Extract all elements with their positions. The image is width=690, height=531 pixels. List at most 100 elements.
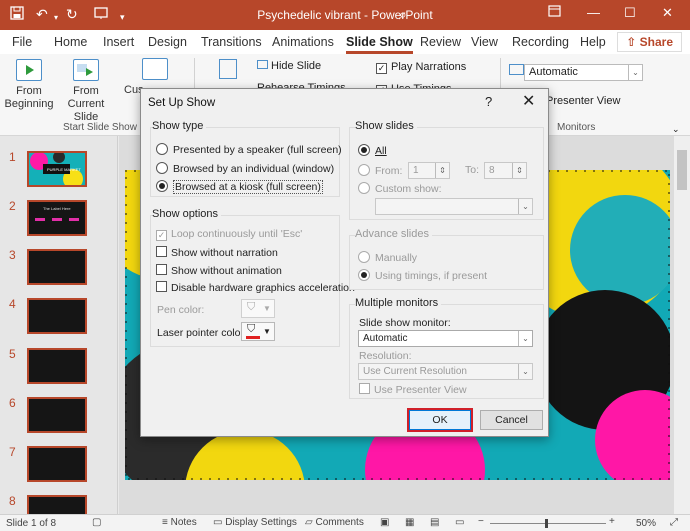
radio-manually[interactable]: Manually — [358, 251, 417, 264]
custom-show-icon[interactable] — [142, 58, 168, 84]
tab-animations[interactable]: Animations — [272, 35, 334, 49]
tab-help[interactable]: Help — [580, 35, 606, 49]
radio-from-slide[interactable]: From: — [358, 164, 402, 177]
ribbon-display-icon[interactable] — [548, 5, 561, 20]
laser-color-button[interactable]: ⛉ ▼ — [241, 322, 275, 341]
tab-design[interactable]: Design — [148, 35, 187, 49]
vertical-scrollbar[interactable] — [674, 136, 690, 514]
slide-show-monitor-select[interactable]: Automatic ⌄ — [358, 330, 533, 347]
from-slide-input[interactable]: 1 ⇕ — [408, 162, 450, 179]
hide-slide-button[interactable]: Hide Slide — [257, 60, 321, 72]
display-settings-button[interactable]: ▭ Display Settings — [213, 517, 297, 528]
slide-show-view-icon[interactable]: ▭ — [455, 517, 464, 528]
check-icon: ✓ — [156, 230, 167, 241]
monitor-select[interactable]: Automatic ⌄ — [524, 64, 643, 81]
slide-thumbnail-4[interactable] — [27, 298, 87, 334]
tab-file[interactable]: File — [12, 35, 32, 49]
without-animation-checkbox[interactable]: Show without animation — [156, 264, 282, 277]
collapse-ribbon-icon[interactable]: ⌄ — [672, 124, 680, 135]
slide-thumbnail-3[interactable] — [27, 249, 87, 285]
comments-label: Comments — [315, 517, 364, 528]
slide-thumbnail-6[interactable] — [27, 397, 87, 433]
chevron-down-icon: ⌄ — [518, 199, 532, 214]
resolution-label: Resolution: — [359, 350, 412, 362]
notes-label: Notes — [170, 517, 197, 528]
pen-color-button[interactable]: ⛉ ▼ — [241, 299, 275, 318]
notes-button[interactable]: ≡ Notes — [162, 517, 197, 528]
chevron-down-icon: ⌄ — [518, 331, 532, 346]
slide-number: 1 — [9, 150, 16, 164]
minimize-icon[interactable]: — — [587, 5, 600, 20]
close-icon[interactable]: ✕ — [662, 5, 673, 21]
tab-review[interactable]: Review — [420, 35, 461, 49]
radio-all-slides[interactable]: All — [358, 144, 387, 157]
radio-using-timings[interactable]: Using timings, if present — [358, 269, 487, 282]
reading-view-icon[interactable]: ▤ — [430, 517, 439, 528]
maximize-icon[interactable]: ☐ — [624, 5, 636, 21]
option-label: From: — [375, 165, 403, 177]
slide-sorter-icon[interactable]: ▦ — [405, 517, 414, 528]
ok-button[interactable]: OK — [409, 410, 471, 430]
accessibility-icon[interactable]: ▢ — [92, 517, 101, 528]
tab-transitions[interactable]: Transitions — [201, 35, 262, 49]
slide-thumbnail-8[interactable] — [27, 495, 87, 514]
group-start-slide-show: Start Slide Show — [63, 122, 137, 133]
radio-selected-icon — [156, 180, 168, 192]
option-label: Browsed by an individual (window) — [173, 163, 335, 175]
presenter-view-checkbox[interactable]: Presenter View — [546, 95, 620, 107]
help-button[interactable]: ? — [485, 94, 492, 109]
slide-thumbnail-2[interactable]: The Label Here — [27, 200, 87, 236]
tab-recording[interactable]: Recording — [512, 35, 569, 49]
loop-continuously-checkbox[interactable]: ✓ Loop continuously until 'Esc' — [156, 228, 302, 241]
option-label: Manually — [375, 252, 418, 264]
slide-thumbnail-5[interactable] — [27, 348, 87, 384]
comments-button[interactable]: ▱ Comments — [305, 517, 364, 528]
radio-presented-by-speaker[interactable]: Presented by a speaker (full screen) — [156, 143, 342, 156]
from-current-label: From Current Slide — [67, 85, 105, 123]
tab-view[interactable]: View — [471, 35, 498, 49]
radio-custom-show[interactable]: Custom show: — [358, 182, 442, 195]
zoom-in-button[interactable]: + — [609, 516, 615, 527]
to-slide-input[interactable]: 8 ⇕ — [484, 162, 527, 179]
resolution-value: Use Current Resolution — [363, 366, 467, 377]
from-beginning-button[interactable]: From Beginning — [4, 59, 54, 111]
disable-hw-acceleration-checkbox[interactable]: Disable hardware graphics acceleration — [156, 281, 355, 294]
laser-color-label: Laser pointer color: — [157, 327, 247, 339]
normal-view-icon[interactable]: ▣ — [380, 517, 389, 528]
slide-thumbnail-1[interactable]: PURPLE MARKET — [27, 151, 87, 187]
radio-selected-icon — [358, 144, 370, 156]
zoom-slider[interactable] — [490, 523, 606, 524]
scroll-thumb[interactable] — [677, 150, 687, 190]
slide-show-monitor-label: Slide show monitor: — [359, 317, 451, 329]
from-current-slide-button[interactable]: From Current Slide — [57, 59, 115, 124]
show-slides-label: Show slides — [355, 120, 417, 132]
chevron-down-icon: ▼ — [263, 304, 271, 313]
use-presenter-view-checkbox[interactable]: Use Presenter View — [359, 383, 467, 396]
share-button[interactable]: ⇧ Share — [617, 32, 682, 52]
zoom-slider-thumb[interactable] — [545, 519, 548, 528]
dialog-close-button[interactable]: ✕ — [522, 91, 535, 111]
tab-home[interactable]: Home — [54, 35, 87, 49]
chevron-down-icon: ⌄ — [628, 65, 642, 80]
radio-browsed-by-individual[interactable]: Browsed by an individual (window) — [156, 162, 334, 175]
thumbnail-1-title: PURPLE MARKET — [47, 167, 81, 172]
slide-thumbnail-7[interactable] — [27, 446, 87, 482]
custom-show-select[interactable]: ⌄ — [375, 198, 533, 215]
without-narration-checkbox[interactable]: Show without narration — [156, 246, 278, 259]
checkbox-icon — [359, 383, 370, 394]
option-label: Presented by a speaker (full screen) — [173, 144, 342, 156]
radio-icon — [358, 164, 370, 176]
play-narrations-checkbox[interactable]: ✓ Play Narrations — [376, 61, 466, 74]
search-icon[interactable]: ⌕ — [399, 6, 407, 22]
cancel-button[interactable]: Cancel — [480, 410, 543, 430]
setup-show-icon[interactable] — [219, 59, 237, 79]
zoom-level[interactable]: 50% — [636, 518, 656, 529]
resolution-select[interactable]: Use Current Resolution ⌄ — [358, 363, 533, 380]
zoom-out-button[interactable]: − — [478, 516, 484, 527]
tab-insert[interactable]: Insert — [103, 35, 134, 49]
radio-browsed-at-kiosk[interactable]: Browsed at a kiosk (full screen) — [156, 180, 323, 194]
fit-to-window-icon[interactable]: ⤢ — [670, 517, 678, 528]
radio-icon — [358, 182, 370, 194]
tab-slide-show[interactable]: Slide Show — [346, 35, 413, 54]
share-icon: ⇧ — [626, 35, 640, 49]
